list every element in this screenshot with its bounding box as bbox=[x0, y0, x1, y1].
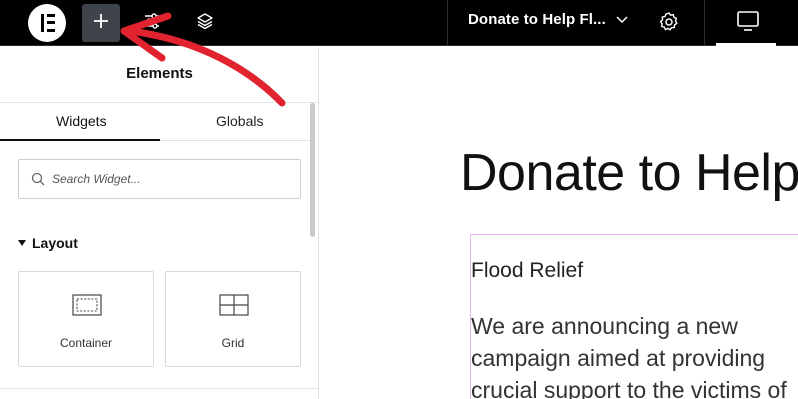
container-icon bbox=[72, 294, 102, 321]
body-paragraph[interactable]: We are announcing a new campaign aimed a… bbox=[471, 310, 798, 399]
paragraph-line: We are announcing a new bbox=[471, 313, 738, 339]
grid-widget-label: Grid bbox=[221, 336, 245, 350]
panel-scrollbar[interactable] bbox=[310, 103, 315, 237]
gear-icon[interactable] bbox=[657, 10, 681, 39]
tab-globals[interactable]: Globals bbox=[216, 113, 263, 129]
site-settings-button[interactable] bbox=[133, 4, 171, 42]
editor-canvas: Donate to Help Flood Relief We are annou… bbox=[320, 47, 798, 399]
page-heading[interactable]: Donate to Help bbox=[460, 143, 798, 203]
top-bar: Donate to Help Fl... bbox=[0, 0, 798, 46]
structure-button[interactable] bbox=[186, 4, 224, 42]
panel-divider bbox=[0, 388, 319, 389]
page-title[interactable]: Donate to Help Fl... bbox=[468, 11, 606, 28]
search-widget-input[interactable] bbox=[52, 169, 292, 189]
elementor-logo-icon[interactable] bbox=[28, 4, 66, 42]
elements-panel: Elements Widgets Globals Layout Containe… bbox=[0, 47, 319, 399]
desktop-view-icon[interactable] bbox=[736, 10, 760, 37]
container-widget-label: Container bbox=[59, 336, 113, 350]
search-icon bbox=[31, 172, 45, 191]
caret-down-icon bbox=[18, 240, 26, 246]
plus-icon bbox=[92, 12, 110, 35]
section-subheading[interactable]: Flood Relief bbox=[471, 259, 583, 283]
active-device-indicator bbox=[716, 43, 776, 46]
topbar-divider bbox=[447, 0, 448, 46]
layout-section-toggle[interactable]: Layout bbox=[18, 235, 78, 251]
layers-icon bbox=[195, 11, 215, 36]
container-widget[interactable]: Container bbox=[18, 271, 154, 367]
chevron-down-icon[interactable] bbox=[615, 13, 629, 32]
grid-widget[interactable]: Grid bbox=[165, 271, 301, 367]
panel-title: Elements bbox=[126, 65, 193, 82]
layout-section-label: Layout bbox=[32, 235, 78, 251]
paragraph-line: campaign aimed at providing bbox=[471, 345, 766, 371]
panel-divider bbox=[0, 102, 319, 103]
tab-widgets[interactable]: Widgets bbox=[56, 113, 107, 129]
sliders-icon bbox=[142, 12, 162, 35]
add-element-button[interactable] bbox=[82, 4, 120, 42]
grid-icon bbox=[219, 294, 249, 321]
paragraph-line: crucial support to the victims of bbox=[471, 377, 787, 399]
topbar-divider bbox=[704, 0, 705, 46]
active-tab-indicator bbox=[0, 139, 160, 141]
search-widget-box[interactable] bbox=[18, 159, 301, 199]
